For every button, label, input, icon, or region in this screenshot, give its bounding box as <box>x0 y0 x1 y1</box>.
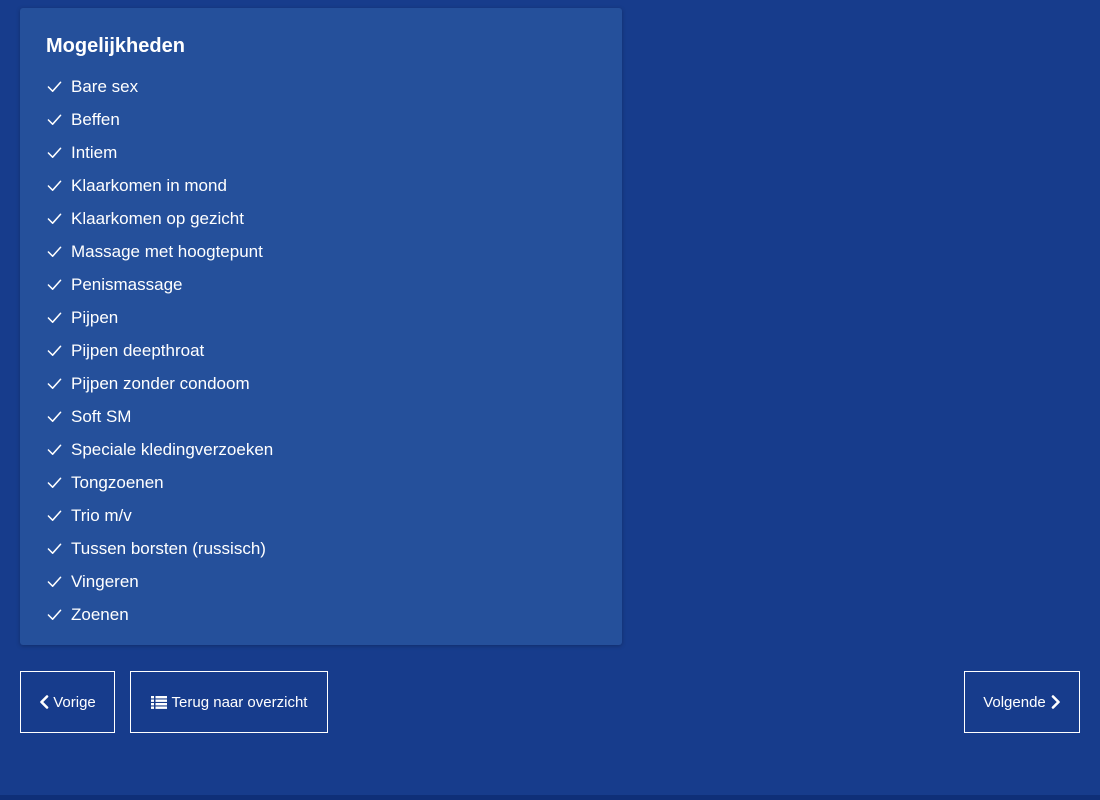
option-label: Penismassage <box>71 274 183 294</box>
next-label: Volgende <box>983 693 1046 711</box>
option-label: Pijpen deepthroat <box>71 340 205 360</box>
check-icon <box>46 442 62 458</box>
check-icon <box>46 79 62 95</box>
check-icon <box>46 607 62 623</box>
option-item: Beffen <box>46 103 622 136</box>
check-icon <box>46 541 62 557</box>
option-item: Tussen borsten (russisch) <box>46 532 622 565</box>
previous-label: Vorige <box>53 693 96 711</box>
option-item: Klaarkomen op gezicht <box>46 202 622 235</box>
list-icon <box>150 695 167 709</box>
option-label: Soft SM <box>71 406 132 426</box>
option-item: Trio m/v <box>46 499 622 532</box>
check-icon <box>46 244 62 260</box>
option-label: Klaarkomen op gezicht <box>71 208 244 228</box>
check-icon <box>46 277 62 293</box>
option-label: Klaarkomen in mond <box>71 175 227 195</box>
options-list: Bare sex Beffen Intiem Klaarkomen in mond Kl… <box>46 70 622 631</box>
chevron-left-icon <box>39 695 49 709</box>
option-item: Speciale kledingverzoeken <box>46 433 622 466</box>
check-icon <box>46 145 62 161</box>
previous-button[interactable]: Vorige <box>20 671 115 733</box>
check-icon <box>46 409 62 425</box>
check-icon <box>46 343 62 359</box>
option-item: Tongzoenen <box>46 466 622 499</box>
option-item: Klaarkomen in mond <box>46 169 622 202</box>
option-item: Soft SM <box>46 400 622 433</box>
option-item: Pijpen deepthroat <box>46 334 622 367</box>
option-label: Zoenen <box>71 604 129 624</box>
option-item: Zoenen <box>46 598 622 631</box>
check-icon <box>46 310 62 326</box>
chevron-right-icon <box>1051 695 1061 709</box>
option-item: Penismassage <box>46 268 622 301</box>
option-label: Trio m/v <box>71 505 132 525</box>
option-item: Pijpen <box>46 301 622 334</box>
footer-divider <box>0 795 1100 800</box>
check-icon <box>46 574 62 590</box>
option-label: Speciale kledingverzoeken <box>71 439 274 459</box>
check-icon <box>46 376 62 392</box>
option-item: Massage met hoogtepunt <box>46 235 622 268</box>
option-label: Massage met hoogtepunt <box>71 241 263 261</box>
check-icon <box>46 475 62 491</box>
option-label: Vingeren <box>71 571 139 591</box>
option-label: Beffen <box>71 109 120 129</box>
option-label: Bare sex <box>71 76 139 96</box>
check-icon <box>46 178 62 194</box>
options-card: Mogelijkheden Bare sex Beffen Intiem Klaark… <box>20 8 622 645</box>
check-icon <box>46 112 62 128</box>
option-label: Tussen borsten (russisch) <box>71 538 266 558</box>
option-item: Vingeren <box>46 565 622 598</box>
option-label: Tongzoenen <box>71 472 164 492</box>
back-to-overview-button[interactable]: Terug naar overzicht <box>130 671 328 733</box>
option-label: Intiem <box>71 142 118 162</box>
option-item: Intiem <box>46 136 622 169</box>
next-button[interactable]: Volgende <box>964 671 1080 733</box>
check-icon <box>46 211 62 227</box>
option-label: Pijpen <box>71 307 119 327</box>
option-label: Pijpen zonder condoom <box>71 373 250 393</box>
option-item: Bare sex <box>46 70 622 103</box>
check-icon <box>46 508 62 524</box>
option-item: Pijpen zonder condoom <box>46 367 622 400</box>
card-title: Mogelijkheden <box>46 35 185 57</box>
overview-label: Terug naar overzicht <box>171 693 308 711</box>
